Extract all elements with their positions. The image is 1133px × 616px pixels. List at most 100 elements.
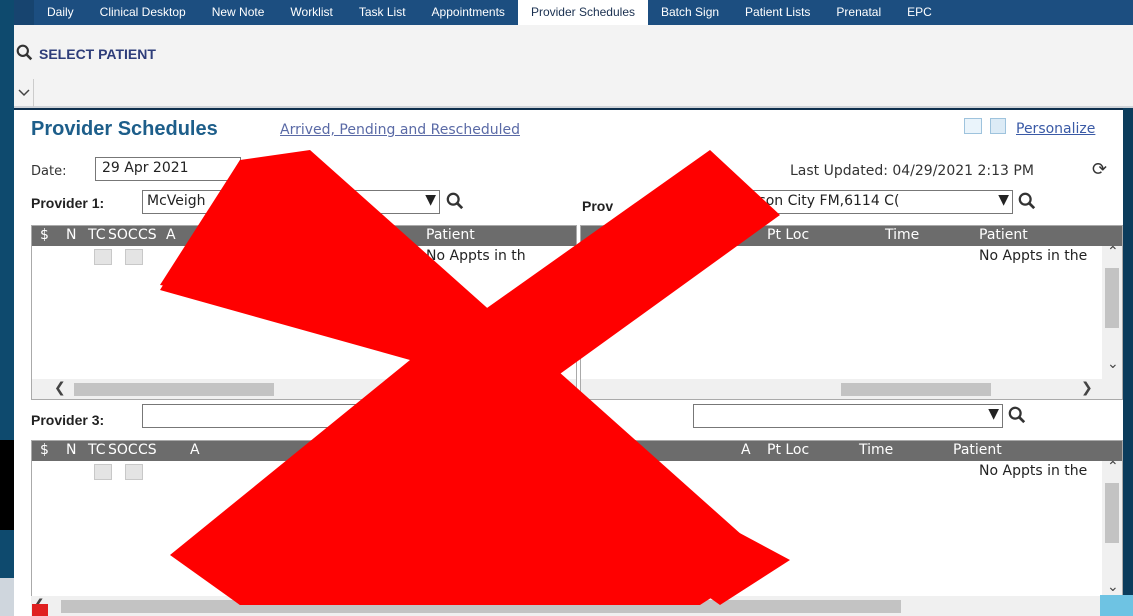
- date-field[interactable]: 29 Apr 2021: [95, 157, 241, 181]
- nav-left-stub: [14, 0, 34, 25]
- main-panel: Provider Schedules Arrived, Pending and …: [14, 110, 1123, 616]
- provider2-value: Johnson City FM,6114 C(: [728, 193, 900, 209]
- provider2-grid: Pt Loc Time Patient No Appts in the ⌃ ⌄ …: [580, 225, 1123, 400]
- provider2-select[interactable]: Johnson City FM,6114 C( ▼: [723, 190, 1013, 214]
- chevron-down-icon: ▼: [988, 406, 999, 422]
- scroll-down-icon[interactable]: ⌄: [1107, 579, 1119, 595]
- personalize-link[interactable]: Personalize: [1016, 121, 1095, 137]
- scroll-thumb[interactable]: [559, 501, 573, 535]
- scroll-left-icon[interactable]: ❮: [54, 380, 66, 396]
- right-edge-accent: [1100, 595, 1133, 616]
- col-soc: SOC: [108, 227, 138, 243]
- scroll-right-icon[interactable]: ❯: [1081, 380, 1093, 396]
- provider4-grid-header: A Pt Loc Time Patient: [581, 441, 1122, 461]
- col-a: A: [166, 227, 176, 243]
- background-left-gray: [0, 578, 14, 616]
- col-pt-loc: Pt Loc: [767, 442, 810, 458]
- horizontal-scrollbar[interactable]: ❮: [32, 379, 576, 399]
- search-icon: [16, 44, 32, 60]
- red-marker: [32, 604, 48, 616]
- provider4-grid: A Pt Loc Time Patient No Appts in the ⌃ …: [580, 440, 1123, 606]
- select-patient-label[interactable]: SELECT PATIENT: [39, 46, 156, 62]
- tab-prenatal[interactable]: Prenatal: [823, 0, 894, 25]
- tab-epc[interactable]: EPC: [894, 0, 945, 25]
- col-soc: SOC: [108, 442, 138, 458]
- provider2-label: Prov: [582, 198, 614, 214]
- col-n: N: [66, 442, 77, 458]
- tab-provider-schedules[interactable]: Provider Schedules: [517, 0, 648, 25]
- background-left-dark: [0, 440, 14, 530]
- col-n: N: [66, 227, 77, 243]
- col-dollar: $: [40, 227, 49, 243]
- tab-daily[interactable]: Daily: [34, 0, 87, 25]
- col-dollar: $: [40, 442, 49, 458]
- empty-message: Appts: [472, 463, 513, 479]
- col-pt-loc: Pt Loc: [767, 227, 810, 243]
- date-label: Date:: [31, 164, 67, 179]
- provider1-value: McVeigh: [147, 193, 206, 209]
- chevron-down-icon: ▼: [425, 192, 436, 208]
- scroll-up-icon[interactable]: ⌃: [1107, 459, 1119, 475]
- provider3-grid-header: $ N TC SOC CS A: [32, 441, 576, 461]
- patient-search-button[interactable]: [14, 39, 34, 65]
- empty-message: No Appts in th: [426, 248, 526, 264]
- vertical-scrollbar[interactable]: ⌃ ⌄: [1102, 459, 1122, 605]
- patient-bar: SELECT PATIENT: [14, 25, 1133, 108]
- scroll-thumb[interactable]: [1105, 483, 1119, 543]
- tab-clinical-desktop[interactable]: Clinical Desktop: [87, 0, 199, 25]
- col-time: Time: [885, 227, 920, 243]
- provider1-grid-header: $ N TC SOC CS A Patient: [32, 226, 576, 246]
- tab-task-list[interactable]: Task List: [346, 0, 419, 25]
- col-a: A: [741, 442, 751, 458]
- tab-patient-lists[interactable]: Patient Lists: [732, 0, 823, 25]
- provider1-label: Provider 1:: [31, 195, 105, 211]
- col-patient: Patient: [426, 227, 475, 243]
- provider4-select[interactable]: ▼: [693, 404, 1003, 428]
- provider3-select[interactable]: [142, 404, 392, 428]
- tab-appointments[interactable]: Appointments: [419, 0, 518, 25]
- provider1-search-icon[interactable]: [446, 192, 464, 210]
- provider1-select[interactable]: McVeigh ▼: [142, 190, 440, 214]
- user-icon[interactable]: [990, 118, 1006, 134]
- empty-message: No Appts in the: [979, 463, 1088, 479]
- scroll-thumb[interactable]: [74, 383, 274, 396]
- scroll-thumb[interactable]: [1105, 268, 1119, 328]
- tab-batch-sign[interactable]: Batch Sign: [648, 0, 732, 25]
- chevron-down-icon: ▼: [998, 192, 1009, 208]
- page-title: Provider Schedules: [31, 118, 218, 140]
- col-tc: TC: [88, 227, 106, 243]
- col-tc: TC: [88, 442, 106, 458]
- provider2-search-icon[interactable]: [1018, 192, 1036, 210]
- tab-new-note[interactable]: New Note: [199, 0, 278, 25]
- scroll-down-icon[interactable]: ⌄: [561, 579, 573, 595]
- provider2-grid-header: Pt Loc Time Patient: [581, 226, 1122, 246]
- chevron-down-icon: [17, 89, 30, 97]
- vertical-scrollbar[interactable]: ⌃ ⌄: [1102, 244, 1122, 379]
- col-patient: Patient: [953, 442, 1002, 458]
- expand-patient-button[interactable]: [14, 79, 34, 107]
- checkbox[interactable]: [94, 249, 112, 265]
- top-nav: Daily Clinical Desktop New Note Worklist…: [14, 0, 1133, 25]
- checkbox[interactable]: [94, 464, 112, 480]
- col-cs: CS: [138, 442, 157, 458]
- provider3-label: Provider 3:: [31, 412, 105, 428]
- provider3-grid: $ N TC SOC CS A Appts ⌄: [31, 440, 577, 606]
- scroll-down-icon[interactable]: ⌄: [1107, 356, 1119, 372]
- scroll-thumb[interactable]: [841, 383, 991, 396]
- scroll-thumb[interactable]: [61, 600, 901, 613]
- checkbox[interactable]: [125, 464, 143, 480]
- refresh-icon[interactable]: ⟳: [1092, 159, 1107, 180]
- bottom-horizontal-scrollbar[interactable]: ❮ ❯: [31, 596, 1123, 616]
- vertical-scrollbar[interactable]: ⌄: [556, 461, 576, 605]
- col-cs: CS: [138, 227, 157, 243]
- provider4-search-icon[interactable]: [1008, 406, 1026, 424]
- horizontal-scrollbar[interactable]: ❯: [581, 379, 1122, 399]
- col-a: A: [190, 442, 200, 458]
- filter-link[interactable]: Arrived, Pending and Rescheduled: [280, 122, 520, 138]
- layout-icon[interactable]: [964, 118, 982, 134]
- provider1-grid: $ N TC SOC CS A Patient No Appts in th ❮: [31, 225, 577, 400]
- empty-message: No Appts in the: [979, 248, 1088, 264]
- checkbox[interactable]: [125, 249, 143, 265]
- scroll-up-icon[interactable]: ⌃: [1107, 244, 1119, 260]
- tab-worklist[interactable]: Worklist: [277, 0, 345, 25]
